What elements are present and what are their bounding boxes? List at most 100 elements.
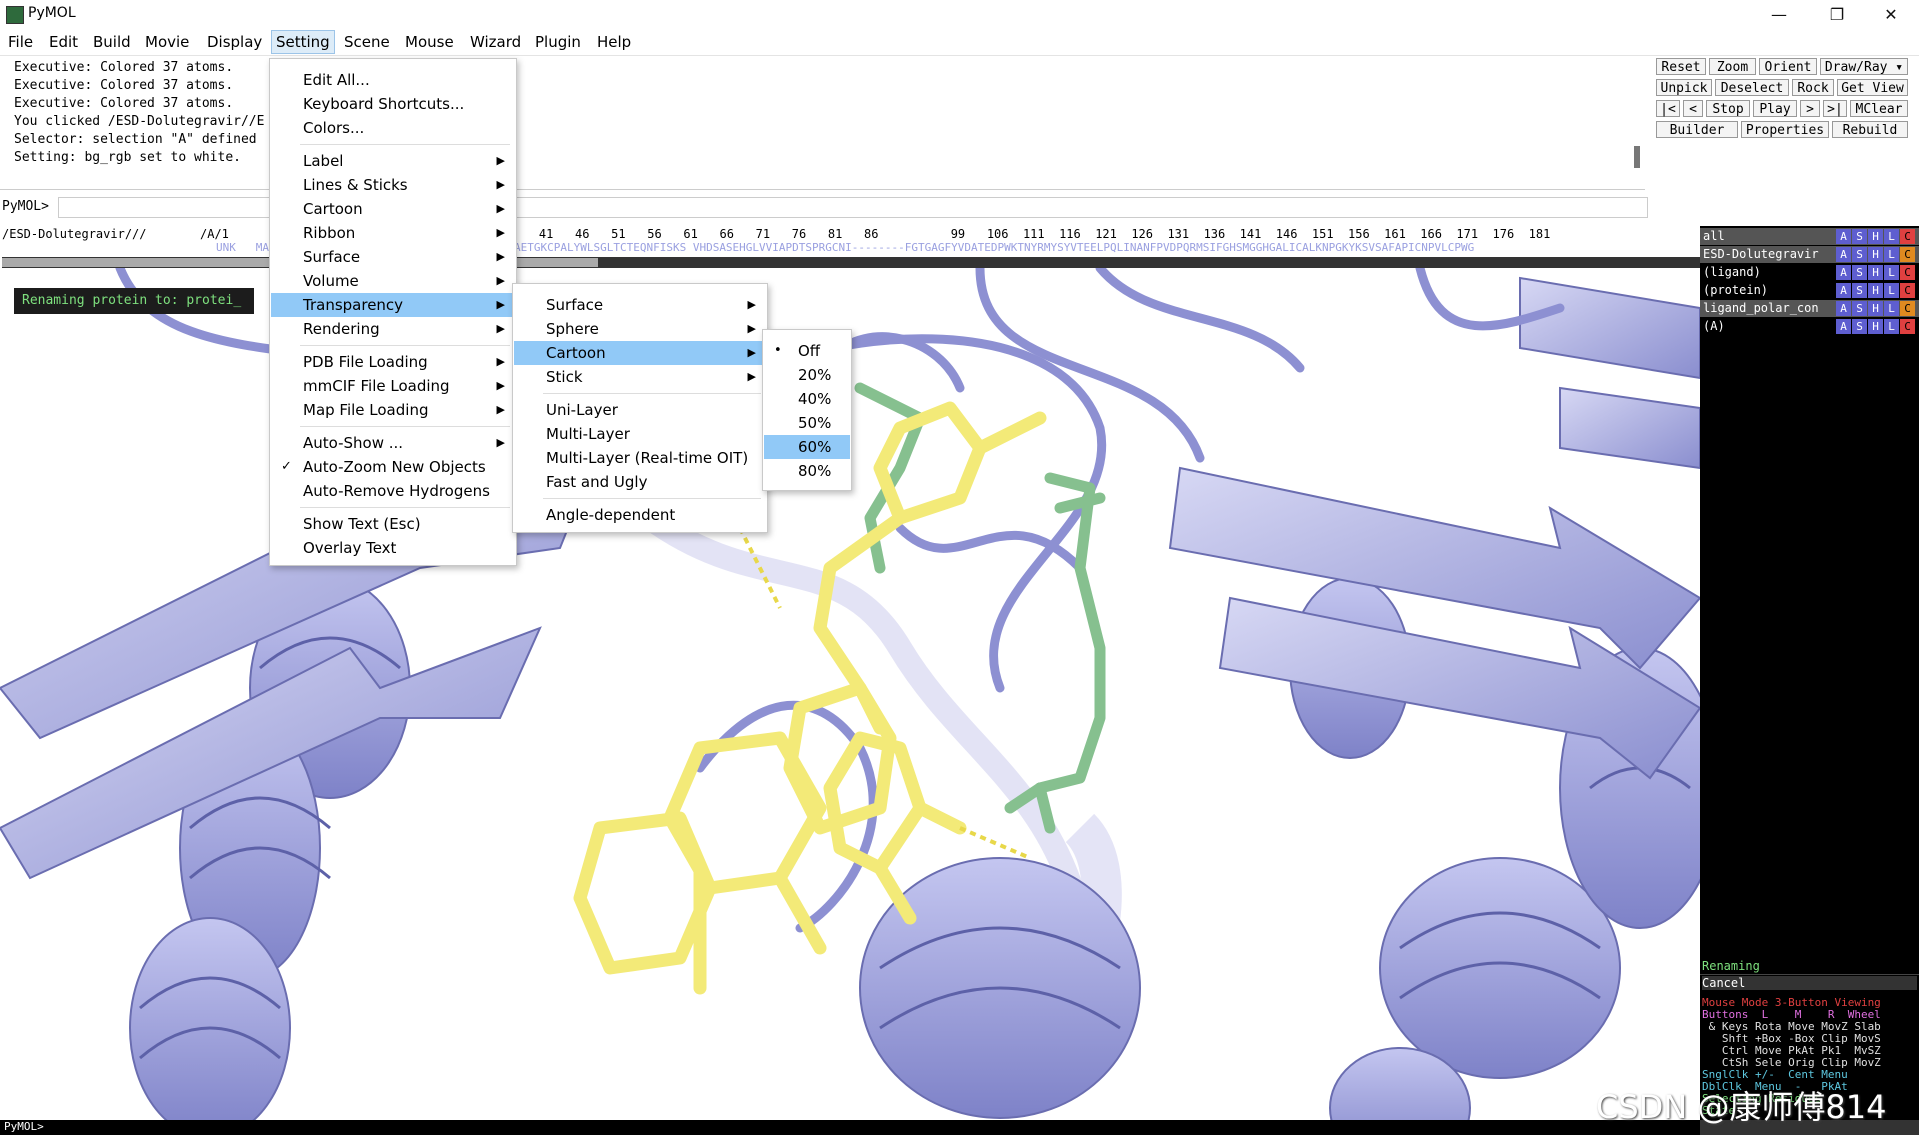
menu-item-lines-sticks[interactable]: Lines & Sticks ▶ bbox=[271, 173, 515, 197]
minimize-button[interactable]: — bbox=[1750, 0, 1808, 29]
menu-item-transparency[interactable]: Transparency ▶ bbox=[271, 293, 515, 317]
menu-item-cartoon[interactable]: Cartoon ▶ bbox=[271, 197, 515, 221]
properties-button[interactable]: Properties bbox=[1741, 121, 1829, 138]
object-row[interactable]: ligand_polar_con A S H L C bbox=[1700, 300, 1919, 317]
label-button[interactable]: L bbox=[1884, 301, 1899, 316]
hide-button[interactable]: H bbox=[1868, 247, 1883, 262]
hide-button[interactable]: H bbox=[1868, 265, 1883, 280]
menu-plugin[interactable]: Plugin bbox=[535, 33, 581, 51]
color-button[interactable]: C bbox=[1900, 265, 1915, 280]
menu-item-fast-and-ugly[interactable]: Fast and Ugly bbox=[514, 470, 766, 494]
stop-button[interactable]: Stop bbox=[1706, 100, 1750, 117]
menu-item-angle-dependent[interactable]: Angle-dependent bbox=[514, 503, 766, 527]
transparency-option-60[interactable]: 60% bbox=[764, 435, 850, 459]
menu-item-auto-remove-hydrogens[interactable]: Auto-Remove Hydrogens bbox=[271, 479, 515, 503]
menu-file[interactable]: File bbox=[8, 33, 33, 51]
label-button[interactable]: L bbox=[1884, 229, 1899, 244]
show-button[interactable]: S bbox=[1852, 247, 1867, 262]
transparency-option-20[interactable]: 20% bbox=[764, 363, 850, 387]
first-frame-button[interactable]: |< bbox=[1656, 100, 1680, 117]
show-button[interactable]: S bbox=[1852, 301, 1867, 316]
action-button[interactable]: A bbox=[1836, 283, 1851, 298]
show-button[interactable]: S bbox=[1852, 283, 1867, 298]
menu-item-overlay-text[interactable]: Overlay Text bbox=[271, 536, 515, 560]
hide-button[interactable]: H bbox=[1868, 283, 1883, 298]
prev-frame-button[interactable]: < bbox=[1683, 100, 1703, 117]
color-button[interactable]: C bbox=[1900, 229, 1915, 244]
transparency-option-off[interactable]: • Off bbox=[764, 339, 850, 363]
show-button[interactable]: S bbox=[1852, 229, 1867, 244]
object-row[interactable]: ESD-Dolutegravir A S H L C bbox=[1700, 246, 1919, 263]
menu-wizard[interactable]: Wizard bbox=[470, 33, 521, 51]
show-button[interactable]: S bbox=[1852, 319, 1867, 334]
color-button[interactable]: C bbox=[1900, 301, 1915, 316]
cancel-button[interactable]: Cancel bbox=[1702, 976, 1917, 990]
action-button[interactable]: A bbox=[1836, 301, 1851, 316]
action-button[interactable]: A bbox=[1836, 247, 1851, 262]
last-frame-button[interactable]: >| bbox=[1823, 100, 1847, 117]
deselect-button[interactable]: Deselect bbox=[1715, 79, 1789, 96]
menu-item-rendering[interactable]: Rendering ▶ bbox=[271, 317, 515, 341]
output-log[interactable]: Executive: Colored 37 atoms. Executive: … bbox=[0, 56, 1645, 190]
menu-movie[interactable]: Movie bbox=[145, 33, 189, 51]
color-button[interactable]: C bbox=[1900, 283, 1915, 298]
label-button[interactable]: L bbox=[1884, 247, 1899, 262]
transparency-option-50[interactable]: 50% bbox=[764, 411, 850, 435]
orient-button[interactable]: Orient bbox=[1759, 58, 1817, 75]
action-button[interactable]: A bbox=[1836, 229, 1851, 244]
menu-help[interactable]: Help bbox=[597, 33, 631, 51]
action-button[interactable]: A bbox=[1836, 319, 1851, 334]
reset-button[interactable]: Reset bbox=[1656, 58, 1706, 75]
menu-item-pdb-file-loading[interactable]: PDB File Loading ▶ bbox=[271, 350, 515, 374]
draw-ray-button[interactable]: Draw/Ray ▾ bbox=[1820, 58, 1908, 75]
mclear-button[interactable]: MClear bbox=[1850, 100, 1908, 117]
menu-item-show-text[interactable]: Show Text (Esc) bbox=[271, 512, 515, 536]
hide-button[interactable]: H bbox=[1868, 319, 1883, 334]
menu-item-cartoon-transparency[interactable]: Cartoon ▶ bbox=[514, 341, 766, 365]
action-button[interactable]: A bbox=[1836, 265, 1851, 280]
bottom-command-bar[interactable]: PyMOL> bbox=[0, 1120, 1700, 1135]
color-button[interactable]: C bbox=[1900, 247, 1915, 262]
maximize-button[interactable]: ❐ bbox=[1808, 0, 1866, 29]
color-button[interactable]: C bbox=[1900, 319, 1915, 334]
menu-scene[interactable]: Scene bbox=[344, 33, 390, 51]
menu-display[interactable]: Display bbox=[207, 33, 262, 51]
zoom-button[interactable]: Zoom bbox=[1709, 58, 1756, 75]
get-view-button[interactable]: Get View bbox=[1837, 79, 1908, 96]
log-scrollbar[interactable] bbox=[1634, 146, 1640, 168]
menu-item-label[interactable]: Label ▶ bbox=[271, 149, 515, 173]
menu-item-multi-layer[interactable]: Multi-Layer bbox=[514, 422, 766, 446]
menu-item-keyboard-shortcuts[interactable]: Keyboard Shortcuts... bbox=[271, 92, 515, 116]
hide-button[interactable]: H bbox=[1868, 301, 1883, 316]
close-button[interactable]: ✕ bbox=[1862, 0, 1919, 29]
menu-item-multi-layer-oit[interactable]: Multi-Layer (Real-time OIT) bbox=[514, 446, 766, 470]
menu-item-map-file-loading[interactable]: Map File Loading ▶ bbox=[271, 398, 515, 422]
menu-item-auto-show[interactable]: Auto-Show ... ▶ bbox=[271, 431, 515, 455]
builder-button[interactable]: Builder bbox=[1656, 121, 1738, 138]
menu-item-mmcif-file-loading[interactable]: mmCIF File Loading ▶ bbox=[271, 374, 515, 398]
menu-item-volume[interactable]: Volume ▶ bbox=[271, 269, 515, 293]
menu-item-stick[interactable]: Stick ▶ bbox=[514, 365, 766, 389]
transparency-option-40[interactable]: 40% bbox=[764, 387, 850, 411]
object-row[interactable]: (A) A S H L C bbox=[1700, 318, 1919, 335]
menu-edit[interactable]: Edit bbox=[49, 33, 78, 51]
rock-button[interactable]: Rock bbox=[1792, 79, 1834, 96]
menu-mouse[interactable]: Mouse bbox=[405, 33, 454, 51]
label-button[interactable]: L bbox=[1884, 265, 1899, 280]
menu-item-edit-all[interactable]: Edit All... bbox=[271, 68, 515, 92]
menu-item-ribbon[interactable]: Ribbon ▶ bbox=[271, 221, 515, 245]
menu-item-sphere[interactable]: Sphere ▶ bbox=[514, 317, 766, 341]
label-button[interactable]: L bbox=[1884, 319, 1899, 334]
menu-item-colors[interactable]: Colors... bbox=[271, 116, 515, 140]
transparency-option-80[interactable]: 80% bbox=[764, 459, 850, 483]
menu-item-auto-zoom[interactable]: ✓ Auto-Zoom New Objects bbox=[271, 455, 515, 479]
menu-build[interactable]: Build bbox=[93, 33, 131, 51]
sequence-scrollbar[interactable] bbox=[2, 257, 1700, 268]
menu-item-uni-layer[interactable]: Uni-Layer bbox=[514, 398, 766, 422]
next-frame-button[interactable]: > bbox=[1800, 100, 1820, 117]
menu-setting[interactable]: Setting bbox=[271, 30, 335, 54]
hide-button[interactable]: H bbox=[1868, 229, 1883, 244]
object-row[interactable]: (ligand) A S H L C bbox=[1700, 264, 1919, 281]
sequence-viewer[interactable]: /ESD-Dolutegravir/// /A/1 6 41 46 51 56 … bbox=[0, 224, 1700, 256]
menu-item-surface[interactable]: Surface ▶ bbox=[514, 293, 766, 317]
